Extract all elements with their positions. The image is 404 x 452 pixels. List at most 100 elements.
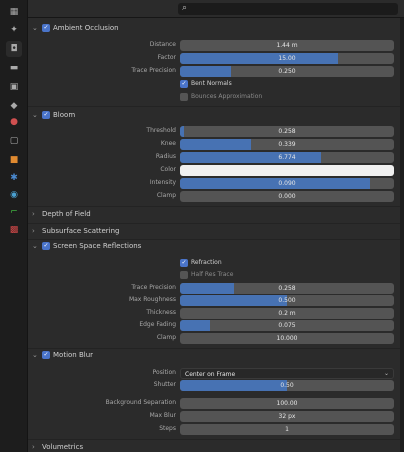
bloom-knee-slider[interactable]: 0.339	[180, 139, 394, 150]
panel-screen-space-reflections[interactable]: ⌄ ✓ Screen Space Reflections	[32, 238, 396, 254]
properties-tab-strip: ▦ ✦ ◘ ▬ ▣ ◆ ● ▢ ■ ✱ ◉ ⌐ ▩	[0, 0, 28, 452]
output-tab-icon[interactable]: ▬	[6, 60, 22, 76]
ao-distance-field[interactable]: 1.44 m	[180, 40, 394, 51]
render-tab-icon[interactable]: ◘	[6, 41, 22, 57]
panel-title: Depth of Field	[42, 210, 91, 218]
particles-tab-icon[interactable]: ◉	[6, 187, 22, 203]
panel-volumetrics[interactable]: › Volumetrics	[32, 439, 396, 452]
bloom-threshold-row: Threshold 0.258	[28, 126, 400, 138]
field-value: 0.50	[280, 382, 294, 389]
field-label: Color	[160, 166, 176, 173]
field-value: 0.258	[278, 128, 296, 135]
chevron-down-icon: ⌄	[32, 242, 38, 250]
chevron-down-icon: ⌄	[32, 351, 38, 359]
bloom-threshold-slider[interactable]: 0.258	[180, 126, 394, 137]
field-label: Trace Precision	[131, 284, 176, 291]
checkbox-label: Bounces Approximation	[191, 93, 263, 100]
ssr-trace-precision-slider[interactable]: 0.258	[180, 283, 394, 294]
search-input[interactable]: ⌕	[178, 3, 398, 15]
ssr-edge-fading-slider[interactable]: 0.075	[180, 320, 394, 331]
mb-shutter-slider[interactable]: 0.50	[180, 380, 394, 391]
mb-max-blur-field[interactable]: 32 px	[180, 411, 394, 422]
bloom-radius-slider[interactable]: 6.774	[180, 152, 394, 163]
physics-tab-icon[interactable]: ⌐	[6, 204, 22, 220]
refraction-toggle[interactable]: ✓ Refraction	[180, 257, 222, 268]
material-tab-icon[interactable]: ▩	[6, 222, 22, 238]
dropdown-value: Center on Frame	[185, 371, 236, 378]
panel-ambient-occlusion[interactable]: ⌄ ✓ Ambient Occlusion	[32, 20, 396, 36]
bent-normals-checkbox[interactable]: ✓	[180, 79, 188, 88]
ao-factor-slider[interactable]: 15.00	[180, 53, 394, 64]
field-label: Clamp	[156, 334, 176, 341]
collection-tab-icon[interactable]: ▢	[6, 133, 22, 149]
object-tab-icon[interactable]: ■	[6, 152, 22, 168]
scrollbar[interactable]	[400, 18, 404, 452]
editor-type-icon[interactable]: ▦	[6, 4, 22, 20]
panel-title: Screen Space Reflections	[53, 242, 142, 250]
half-res-trace-toggle[interactable]: ✓ Half Res Trace	[180, 269, 233, 280]
ambient-occlusion-checkbox[interactable]: ✓	[42, 24, 50, 32]
panel-depth-of-field[interactable]: › Depth of Field	[32, 206, 396, 222]
field-value: 6.774	[278, 154, 296, 161]
refraction-checkbox[interactable]: ✓	[180, 258, 188, 267]
ssr-max-roughness-row: Max Roughness 0.500	[28, 295, 400, 307]
panel-motion-blur[interactable]: ⌄ ✓ Motion Blur	[32, 347, 396, 363]
ssr-clamp-field[interactable]: 10.000	[180, 333, 394, 344]
field-label: Factor	[157, 54, 176, 61]
field-value: 0.250	[278, 68, 296, 75]
motion-blur-checkbox[interactable]: ✓	[42, 351, 50, 359]
field-label: Threshold	[146, 127, 176, 134]
view-layer-tab-icon[interactable]: ▣	[6, 79, 22, 95]
panel-title: Ambient Occlusion	[53, 24, 119, 32]
field-value: 10.000	[276, 335, 298, 342]
field-label: Thickness	[146, 309, 176, 316]
field-label: Distance	[149, 41, 176, 48]
field-label: Trace Precision	[131, 67, 176, 74]
bloom-clamp-field[interactable]: 0.000	[180, 191, 394, 202]
mb-background-separation-field[interactable]: 100.00	[180, 398, 394, 409]
ssr-max-roughness-slider[interactable]: 0.500	[180, 295, 394, 306]
ssr-checkbox[interactable]: ✓	[42, 242, 50, 250]
mb-position-dropdown[interactable]: Center on Frame ⌄	[180, 368, 394, 379]
bounces-approximation-toggle[interactable]: ✓ Bounces Approximation	[180, 91, 262, 102]
panel-subsurface-scattering[interactable]: › Subsurface Scattering	[32, 223, 396, 239]
checkbox-label: Refraction	[191, 259, 222, 266]
chevron-right-icon: ›	[32, 227, 35, 235]
chevron-right-icon: ›	[32, 443, 35, 451]
mb-position-row: Position Center on Frame ⌄	[28, 368, 400, 380]
field-value: 0.000	[278, 193, 296, 200]
bounces-approximation-checkbox[interactable]: ✓	[180, 92, 188, 101]
ao-trace-precision-slider[interactable]: 0.250	[180, 66, 394, 77]
ao-trace-precision-row: Trace Precision 0.250	[28, 66, 400, 78]
world-tab-icon[interactable]: ●	[6, 114, 22, 130]
chevron-down-icon: ⌄	[383, 370, 389, 377]
half-res-trace-checkbox[interactable]: ✓	[180, 270, 188, 279]
bloom-intensity-slider[interactable]: 0.090	[180, 178, 394, 189]
field-label: Clamp	[156, 192, 176, 199]
bloom-checkbox[interactable]: ✓	[42, 111, 50, 119]
bloom-color-swatch[interactable]	[180, 165, 394, 176]
mb-steps-row: Steps 1	[28, 424, 400, 436]
field-value: 100.00	[276, 400, 298, 407]
ssr-thickness-field[interactable]: 0.2 m	[180, 308, 394, 319]
field-label: Intensity	[149, 179, 176, 186]
modifiers-tab-icon[interactable]: ✱	[6, 170, 22, 186]
bloom-intensity-row: Intensity 0.090	[28, 178, 400, 190]
chevron-down-icon: ⌄	[32, 24, 38, 32]
field-label: Position	[152, 369, 176, 376]
field-value: 1	[285, 426, 289, 433]
mb-shutter-row: Shutter 0.50	[28, 380, 400, 392]
field-label: Shutter	[153, 381, 176, 388]
mb-steps-field[interactable]: 1	[180, 424, 394, 435]
ssr-trace-precision-row: Trace Precision 0.258	[28, 283, 400, 295]
field-value: 15.00	[278, 55, 296, 62]
mb-background-separation-row: Background Separation 100.00	[28, 398, 400, 410]
bloom-clamp-row: Clamp 0.000	[28, 191, 400, 203]
tool-tab-icon[interactable]: ✦	[6, 22, 22, 38]
field-label: Max Blur	[149, 412, 176, 419]
field-label: Radius	[155, 153, 176, 160]
scene-tab-icon[interactable]: ◆	[6, 98, 22, 114]
bent-normals-toggle[interactable]: ✓ Bent Normals	[180, 78, 232, 89]
field-label: Background Separation	[105, 399, 176, 406]
panel-bloom[interactable]: ⌄ ✓ Bloom	[32, 107, 396, 123]
